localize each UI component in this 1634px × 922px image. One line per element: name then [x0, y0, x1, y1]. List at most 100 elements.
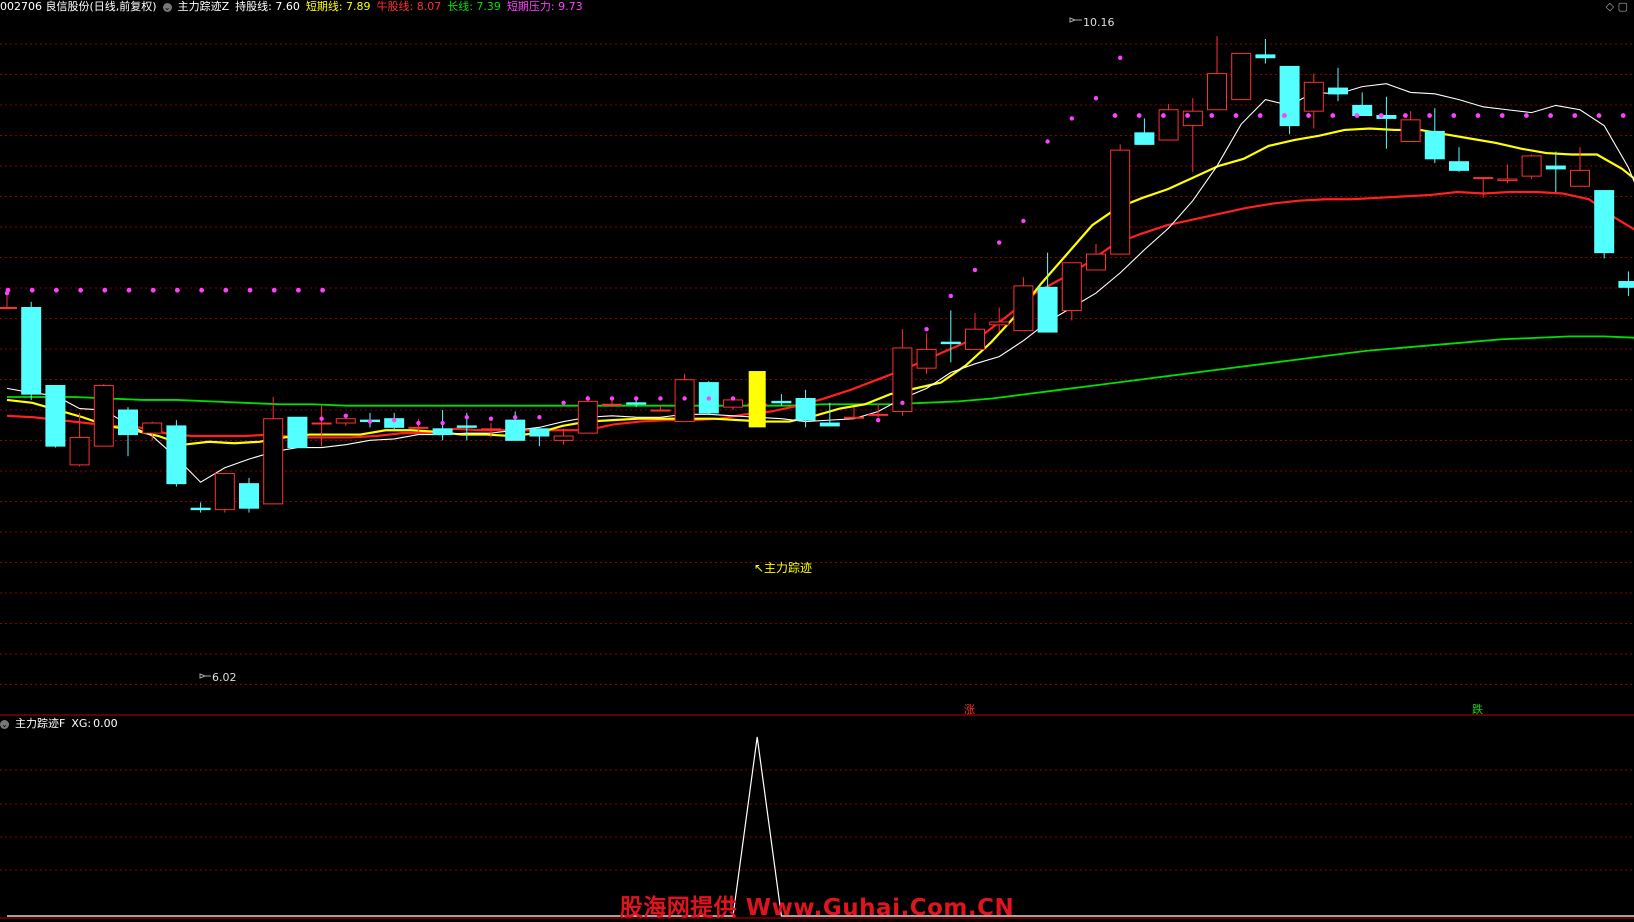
candle-down [1449, 161, 1469, 171]
pressure-dot [513, 415, 518, 420]
candle-down [819, 422, 840, 427]
candle-up [69, 436, 90, 466]
pressure-dot [464, 415, 469, 420]
candle-up [1086, 253, 1106, 271]
pressure-dot [1572, 113, 1578, 118]
candle-up [1473, 177, 1494, 180]
pressure-dot [537, 415, 542, 420]
sub-indicator-name[interactable]: 主力踪迹F [15, 717, 65, 731]
candle-up [1521, 155, 1542, 177]
xg-label: XG: [71, 717, 92, 730]
candle-down [166, 425, 187, 485]
candle-up [553, 435, 574, 441]
indicator-toggle-icon[interactable]: ⌄ [162, 2, 172, 12]
pressure-dot [1499, 113, 1505, 118]
pressure-dot [1021, 218, 1026, 224]
pressure-dot [1185, 113, 1190, 118]
candle-down [505, 419, 526, 441]
pressure-dot [199, 287, 205, 293]
indicator-name[interactable]: 主力踪迹Z [178, 0, 230, 14]
candle-up [1400, 119, 1421, 142]
sub-header: ⌄ 主力踪迹F XG: 0.00 [0, 717, 124, 731]
pressure-dot [1209, 113, 1215, 118]
pressure-dot [1620, 113, 1626, 118]
bull-line-path [6, 190, 1634, 439]
pressure-dot [175, 287, 180, 293]
candle-up [142, 422, 163, 434]
up-mark: 涨 [964, 703, 975, 716]
pressure-dot [585, 396, 590, 401]
price-chart[interactable]: 10.16 6.02 ↖主力踪迹 涨 跌 [0, 0, 1634, 921]
candle-down [239, 483, 259, 509]
candle-up [602, 403, 622, 406]
candle-up [989, 321, 1010, 326]
pressure-dot [948, 293, 953, 299]
candle-up [214, 473, 235, 511]
down-mark: 跌 [1472, 702, 1483, 716]
indicator-field-4: 短期压力: 9.73 [506, 0, 583, 13]
watermark: 股海网提供 Www.Guhai.Com.CN [619, 895, 1015, 921]
candle-up [1497, 178, 1518, 181]
stock-title[interactable]: 002706 良信股份(日线,前复权) [0, 0, 157, 14]
pressure-dot [972, 267, 978, 273]
low-label: 6.02 [212, 671, 237, 684]
pressure-dot [1282, 113, 1287, 118]
pressure-dot [367, 419, 373, 424]
pressure-dot [271, 287, 277, 293]
candle-up [1061, 262, 1082, 311]
xg-value: 0.00 [93, 717, 118, 730]
pressure-dot [1451, 113, 1457, 118]
pressure-dot [1354, 113, 1360, 118]
candle-down [190, 507, 211, 511]
pressure-dot [1161, 113, 1166, 118]
candle-down [1134, 132, 1155, 145]
pressure-dot [1093, 95, 1099, 101]
pressure-dot [150, 287, 156, 293]
candle-down [287, 416, 308, 449]
candle-down [432, 428, 453, 436]
candle-up [1013, 285, 1034, 332]
candle-down [1328, 87, 1348, 95]
candle-up [965, 328, 985, 350]
pressure-dot [658, 396, 663, 401]
candle-up [844, 416, 864, 419]
pressure-dot [1330, 113, 1336, 118]
long-line [7, 335, 1634, 407]
candle-down [456, 425, 477, 428]
signal-annotation: ↖主力踪迹 [754, 561, 812, 575]
pressure-dot [900, 400, 905, 406]
pressure-dot [1475, 113, 1481, 118]
pressure-dot [1596, 113, 1602, 118]
candle-down [795, 397, 816, 421]
candle-up [1110, 149, 1131, 255]
pressure-dot [876, 417, 881, 423]
candle-up [1303, 81, 1324, 112]
candle-up [650, 409, 671, 412]
short-line-path [6, 127, 1634, 446]
indicator-field-1: 短期线: 7.89 [305, 0, 371, 13]
main-header: 002706 良信股份(日线,前复权) ⌄ 主力踪迹Z 持股线: 7.60 短期线… [0, 0, 595, 14]
pressure-dot [1524, 113, 1529, 118]
short-line [6, 127, 1634, 446]
pressure-dot [54, 287, 59, 293]
pressure-dot [440, 420, 445, 426]
sub-grid [0, 769, 1634, 871]
pressure-dots [4, 55, 1626, 426]
corner-controls[interactable]: ◇ ▢ [1606, 0, 1628, 13]
candle-up [1231, 52, 1252, 101]
candle-up [1182, 110, 1203, 127]
candle-down [118, 409, 138, 436]
candle-down [1545, 165, 1566, 170]
candle-up [481, 428, 501, 431]
candle-up [723, 399, 743, 408]
pressure-dot [634, 396, 639, 401]
candle-down [940, 341, 961, 345]
low-annotation: 6.02 [199, 671, 237, 684]
pressure-dot [561, 400, 566, 406]
grid-lines [0, 43, 1634, 685]
pressure-dot [319, 416, 324, 421]
pressure-dot [247, 287, 253, 293]
sub-indicator-toggle-icon[interactable]: ⌄ [0, 719, 9, 729]
indicator-field-0: 持股线: 7.60 [235, 0, 300, 13]
candle-down [45, 384, 66, 447]
